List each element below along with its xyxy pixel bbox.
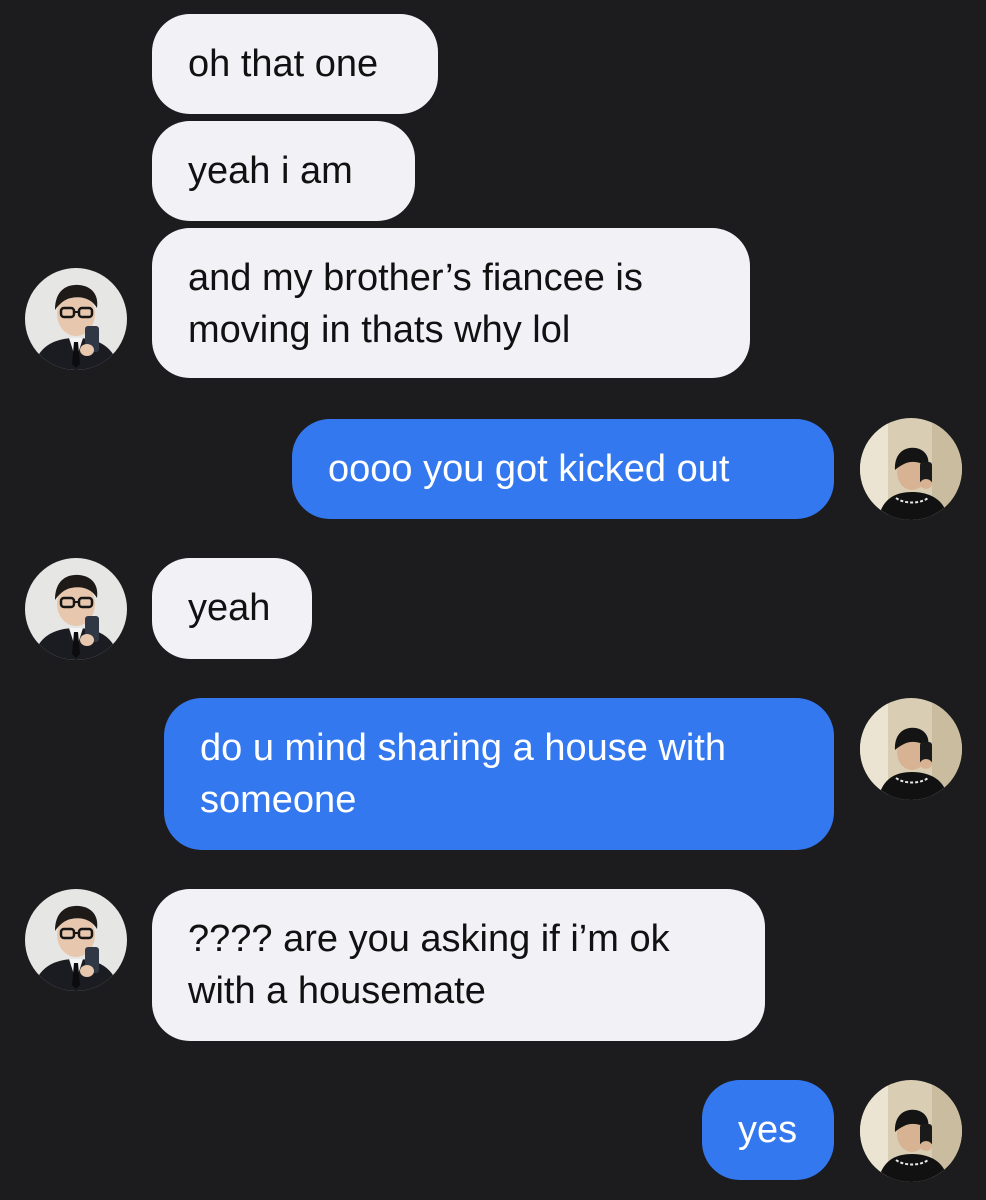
- contact-avatar[interactable]: [25, 268, 127, 370]
- mirror-selfie-icon: [860, 1080, 962, 1182]
- person-with-glasses-icon: [25, 558, 127, 660]
- mirror-selfie-icon: [860, 698, 962, 800]
- message-bubble-incoming[interactable]: yeah: [152, 558, 312, 659]
- contact-avatar[interactable]: [25, 889, 127, 991]
- message-bubble-incoming[interactable]: and my brother’s fiancee is moving in th…: [152, 228, 750, 378]
- person-with-glasses-icon: [25, 889, 127, 991]
- user-avatar[interactable]: [860, 698, 962, 800]
- message-bubble-incoming[interactable]: oh that one: [152, 14, 438, 114]
- message-bubble-outgoing[interactable]: do u mind sharing a house with someone: [164, 698, 834, 850]
- user-avatar[interactable]: [860, 418, 962, 520]
- message-bubble-incoming[interactable]: ???? are you asking if i’m ok with a hou…: [152, 889, 765, 1041]
- mirror-selfie-icon: [860, 418, 962, 520]
- person-with-glasses-icon: [25, 268, 127, 370]
- contact-avatar[interactable]: [25, 558, 127, 660]
- message-bubble-outgoing[interactable]: yes: [702, 1080, 834, 1180]
- message-bubble-incoming[interactable]: yeah i am: [152, 121, 415, 221]
- user-avatar[interactable]: [860, 1080, 962, 1182]
- message-bubble-outgoing[interactable]: oooo you got kicked out: [292, 419, 834, 519]
